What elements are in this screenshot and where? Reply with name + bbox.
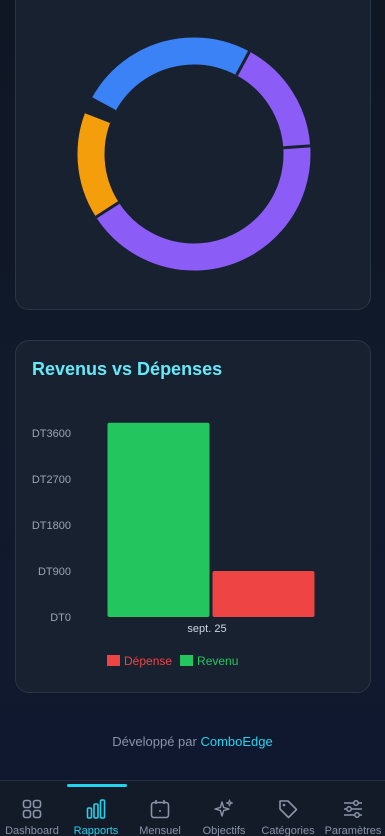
bar-chart-icon [86,799,106,819]
footer-brand-link[interactable]: ComboEdge [200,734,272,749]
nav-item-parametres[interactable]: Paramètres [321,781,385,836]
y-tick-label: DT0 [50,612,71,624]
legend-swatch [107,655,120,666]
bar-revenu[interactable] [107,422,210,617]
bar-dépense[interactable] [212,571,315,617]
bottom-navigation: Dashboard Rapports Mensuel Objectifs Cat… [0,780,385,836]
grid-icon [22,799,42,819]
nav-item-categories[interactable]: Catégories [256,781,320,836]
y-tick-label: DT2700 [32,474,71,486]
sliders-icon [344,800,362,818]
calendar-icon [150,800,170,819]
footer: Développé par ComboEdge [0,734,385,749]
nav-item-rapports[interactable]: Rapports [64,781,128,836]
bar-chart: DT0 DT900 DT1800 DT2700 DT3600 sept. 25 Dépens… [32,422,315,668]
nav-item-dashboard[interactable]: Dashboard [0,781,64,836]
legend-swatch [180,655,194,666]
donut-chart-card [15,0,371,310]
donut-chart [77,37,311,271]
legend-label[interactable]: Revenu [197,654,238,668]
y-tick-label: DT1800 [32,520,71,532]
nav-item-mensuel[interactable]: Mensuel [128,781,192,836]
income-expense-card: Revenus vs Dépenses DT0 DT900 DT1800 DT2700… [15,340,371,693]
legend-label[interactable]: Dépense [124,654,172,668]
tag-icon [279,800,298,819]
y-tick-label: DT3600 [32,428,71,440]
donut-separator [283,144,311,150]
footer-prefix: Développé par [112,734,197,749]
sparkles-icon [214,799,234,817]
y-tick-label: DT900 [38,566,71,578]
nav-item-objectifs[interactable]: Objectifs [192,781,256,836]
x-tick-label: sept. 25 [187,623,226,635]
nav-label: Paramètres [324,825,382,836]
